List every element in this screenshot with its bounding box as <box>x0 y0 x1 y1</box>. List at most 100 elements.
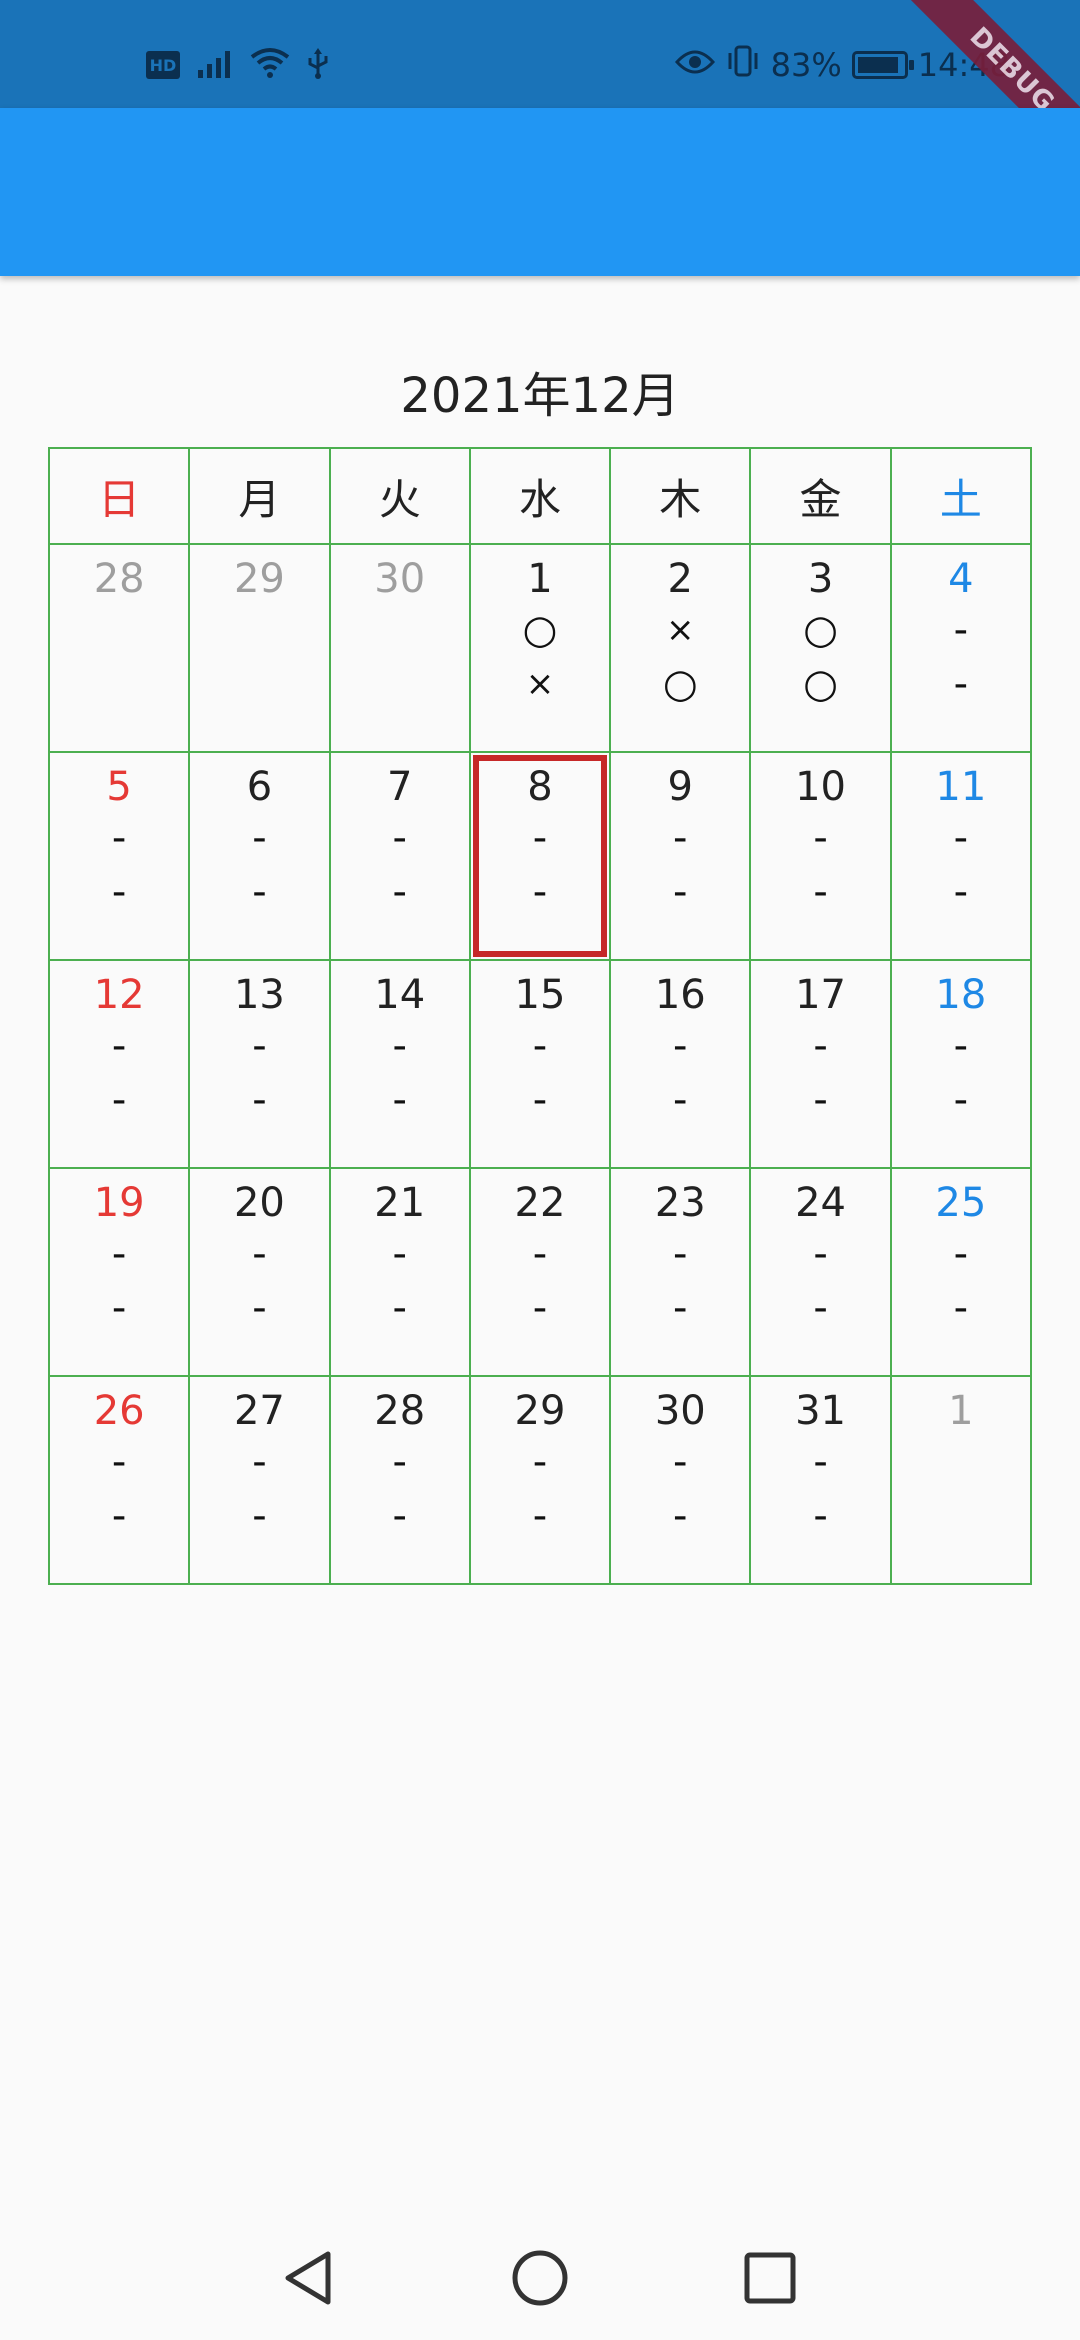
availability-mark: - <box>813 1231 828 1277</box>
calendar-day-cell[interactable]: 27 - - <box>188 1375 331 1585</box>
calendar-week-row: 5 - - 6 - - 7 - - 8 - - 9 - - 10 - - 11 - - <box>47 751 1033 961</box>
calendar-day-cell[interactable]: 1 ○ × <box>468 543 612 753</box>
calendar-day-cell[interactable]: 31 - - <box>749 1375 892 1585</box>
weekday-header-row: 日 月 火 水 木 金 土 <box>47 447 1033 545</box>
day-number: 3 <box>807 556 834 602</box>
availability-mark: - <box>392 1285 407 1331</box>
calendar-day-cell[interactable]: 30 <box>328 543 471 753</box>
calendar-day-cell[interactable]: 30 - - <box>609 1375 752 1585</box>
calendar-day-cell[interactable]: 28 - - <box>328 1375 471 1585</box>
availability-mark: - <box>532 1231 548 1277</box>
day-number: 29 <box>233 556 285 602</box>
calendar-day-cell[interactable]: 29 <box>188 543 331 753</box>
calendar-week-row: 26 - - 27 - - 28 - - 29 - - 30 - - 31 - - 1 <box>47 1375 1033 1585</box>
availability-mark: ○ <box>522 607 558 653</box>
app-bar <box>0 108 1080 276</box>
weekday-header: 木 <box>609 447 752 545</box>
availability-mark: - <box>953 1285 969 1331</box>
day-number: 14 <box>374 972 426 1018</box>
day-number: 12 <box>93 972 145 1018</box>
calendar-day-cell[interactable]: 26 - - <box>47 1375 191 1585</box>
hd-icon: HD <box>146 51 180 79</box>
calendar-day-cell[interactable]: 22 - - <box>468 1167 612 1377</box>
day-number: 22 <box>514 1180 566 1226</box>
availability-mark: - <box>532 815 548 861</box>
availability-mark: - <box>252 1285 267 1331</box>
calendar-week-row: 28 29 30 1 ○ × 2 × ○ 3 ○ ○ 4 - - <box>47 543 1033 753</box>
calendar-day-cell[interactable]: 17 - - <box>749 959 892 1169</box>
calendar-day-cell[interactable]: 6 - - <box>188 751 331 961</box>
availability-mark: - <box>532 1285 548 1331</box>
availability-mark: × <box>666 610 695 650</box>
calendar-day-cell[interactable]: 2 × ○ <box>609 543 752 753</box>
calendar-week-row: 12 - - 13 - - 14 - - 15 - - 16 - - 17 - - 18 - - <box>47 959 1033 1169</box>
recents-icon[interactable] <box>736 2244 804 2312</box>
availability-mark: ○ <box>662 661 698 707</box>
day-number: 23 <box>654 1180 706 1226</box>
calendar-day-cell[interactable]: 14 - - <box>328 959 471 1169</box>
calendar-day-cell[interactable]: 13 - - <box>188 959 331 1169</box>
calendar-day-cell[interactable]: 24 - - <box>749 1167 892 1377</box>
availability-mark: - <box>532 1023 548 1069</box>
calendar-day-cell[interactable]: 5 - - <box>47 751 191 961</box>
calendar-day-cell[interactable]: 20 - - <box>188 1167 331 1377</box>
weekday-header: 金 <box>749 447 892 545</box>
day-number: 17 <box>795 972 846 1018</box>
availability-mark: - <box>532 1077 548 1123</box>
day-number: 28 <box>374 1388 426 1434</box>
availability-mark: - <box>673 869 688 915</box>
calendar-day-cell[interactable]: 19 - - <box>47 1167 191 1377</box>
calendar-day-cell[interactable]: 16 - - <box>609 959 752 1169</box>
calendar-day-cell[interactable]: 15 - - <box>468 959 612 1169</box>
calendar-day-cell[interactable]: 11 - - <box>889 751 1033 961</box>
day-number: 16 <box>654 972 706 1018</box>
availability-mark: - <box>252 1077 267 1123</box>
availability-mark: - <box>953 1023 969 1069</box>
calendar-day-cell[interactable]: 4 - - <box>889 543 1033 753</box>
day-number: 1 <box>527 556 553 602</box>
availability-mark: - <box>813 1285 828 1331</box>
availability-mark: - <box>953 607 969 653</box>
day-number: 5 <box>106 764 132 810</box>
calendar-day-cell[interactable]: 3 ○ ○ <box>749 543 892 753</box>
calendar-day-cell[interactable]: 8 - - <box>468 751 612 961</box>
availability-mark: - <box>673 1077 688 1123</box>
day-number: 19 <box>93 1180 145 1226</box>
calendar-day-cell[interactable]: 29 - - <box>468 1375 612 1585</box>
calendar-day-cell[interactable]: 12 - - <box>47 959 191 1169</box>
calendar-day-cell[interactable]: 10 - - <box>749 751 892 961</box>
calendar-day-cell[interactable]: 7 - - <box>328 751 471 961</box>
day-number: 2 <box>667 556 693 602</box>
availability-mark: - <box>532 1493 548 1539</box>
calendar-grid: 日 月 火 水 木 金 土 28 29 30 1 ○ × 2 × ○ 3 ○ ○ 4 - - 5 - - 6 - - 7 -… <box>47 447 1033 1585</box>
calendar-day-cell[interactable]: 25 - - <box>889 1167 1033 1377</box>
availability-mark: - <box>673 1439 688 1485</box>
day-number: 13 <box>233 972 285 1018</box>
calendar-day-cell[interactable]: 21 - - <box>328 1167 471 1377</box>
day-number: 9 <box>667 764 693 810</box>
day-number: 1 <box>948 1388 974 1434</box>
back-icon[interactable] <box>274 2244 342 2312</box>
day-number: 26 <box>93 1388 145 1434</box>
availability-mark: - <box>532 1439 548 1485</box>
weekday-header: 月 <box>188 447 331 545</box>
calendar-day-cell[interactable]: 1 <box>889 1375 1033 1585</box>
availability-mark: - <box>673 1023 688 1069</box>
availability-mark: - <box>673 1285 688 1331</box>
availability-mark: × <box>525 664 555 704</box>
day-number: 20 <box>233 1180 285 1226</box>
home-icon[interactable] <box>506 2244 574 2312</box>
day-number: 30 <box>374 556 426 602</box>
battery-icon <box>851 51 914 79</box>
availability-mark: - <box>392 1439 407 1485</box>
calendar-day-cell[interactable]: 28 <box>47 543 191 753</box>
calendar-day-cell[interactable]: 18 - - <box>889 959 1033 1169</box>
battery-percent: 83% <box>770 46 842 84</box>
availability-mark: - <box>673 1231 688 1277</box>
status-left-icons: HD <box>146 44 330 86</box>
weekday-header: 日 <box>47 447 191 545</box>
calendar-day-cell[interactable]: 9 - - <box>609 751 752 961</box>
day-number: 28 <box>93 556 145 602</box>
signal-icon <box>196 48 234 82</box>
calendar-day-cell[interactable]: 23 - - <box>609 1167 752 1377</box>
